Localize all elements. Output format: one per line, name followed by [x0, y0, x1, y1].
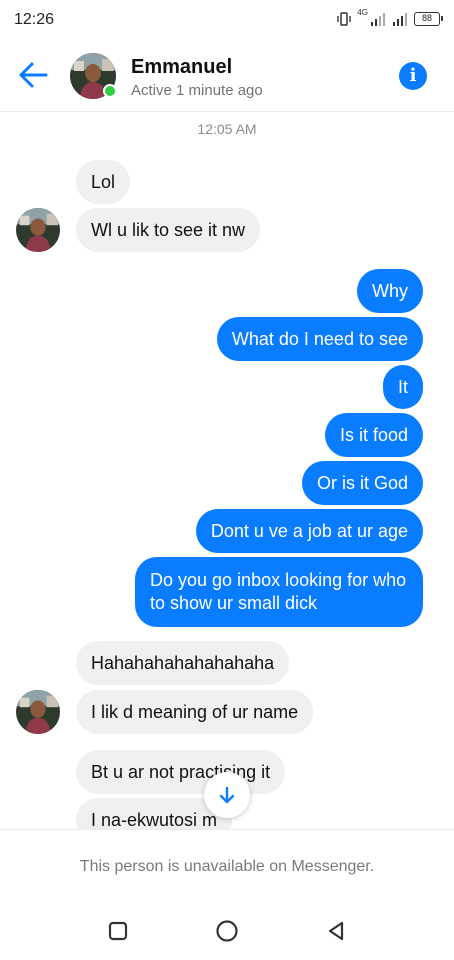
message-bubble-outgoing[interactable]: Is it food [324, 413, 423, 457]
system-nav-bar [0, 901, 454, 960]
status-icons: 4G 88 [337, 8, 443, 28]
message-bubble-outgoing[interactable]: Why [357, 269, 423, 313]
contact-active-status: Active 1 minute ago [131, 82, 263, 99]
contact-message-avatar [16, 208, 60, 252]
message-bubble-incoming[interactable]: Lol [76, 160, 131, 204]
message-timestamp: 12:05 AM [197, 121, 257, 137]
arrow-down-icon [219, 786, 235, 804]
message-bubble-outgoing[interactable]: Dont u ve a job at ur age [195, 509, 423, 553]
chat-header: Emmanuel Active 1 minute ago i [0, 40, 454, 112]
message-bubble-outgoing[interactable]: Or is it God [301, 461, 423, 505]
signal-icon [371, 13, 385, 26]
info-icon: i [409, 65, 417, 86]
recents-square-icon [108, 921, 128, 941]
network-type: 4G [357, 8, 368, 17]
home-circle-icon [216, 920, 238, 942]
recents-button[interactable] [104, 917, 132, 945]
back-triangle-icon [328, 921, 344, 941]
signal-icon-2 [393, 13, 407, 26]
info-button[interactable]: i [399, 62, 427, 90]
scroll-to-bottom-button[interactable] [204, 772, 250, 818]
vibrate-icon [337, 12, 352, 26]
online-indicator [103, 84, 117, 98]
contact-message-avatar [16, 690, 60, 734]
message-bubble-outgoing[interactable]: It [382, 365, 423, 409]
battery-icon: 88 [414, 12, 443, 26]
message-bubble-incoming[interactable]: Wl u lik to see it nw [76, 208, 261, 252]
composer-footer: This person is unavailable on Messenger. [0, 829, 454, 901]
message-bubble-outgoing[interactable]: What do I need to see [216, 317, 423, 361]
contact-name[interactable]: Emmanuel [131, 56, 232, 79]
nav-back-button[interactable] [322, 917, 350, 945]
message-bubble-incoming[interactable]: Hahahahahahahahaha [76, 641, 290, 685]
message-bubble-incoming[interactable]: Bt u ar not practising it [76, 750, 286, 794]
unavailable-notice: This person is unavailable on Messenger. [79, 858, 375, 875]
back-button[interactable] [16, 60, 50, 90]
status-time: 12:26 [14, 11, 55, 28]
message-bubble-incoming[interactable]: I lik d meaning of ur name [76, 690, 314, 734]
home-button[interactable] [213, 917, 241, 945]
message-bubble-outgoing[interactable]: Do you go inbox looking for who to show … [135, 557, 423, 627]
status-bar: 12:26 4G 88 [0, 0, 454, 40]
back-arrow-icon [19, 62, 48, 88]
